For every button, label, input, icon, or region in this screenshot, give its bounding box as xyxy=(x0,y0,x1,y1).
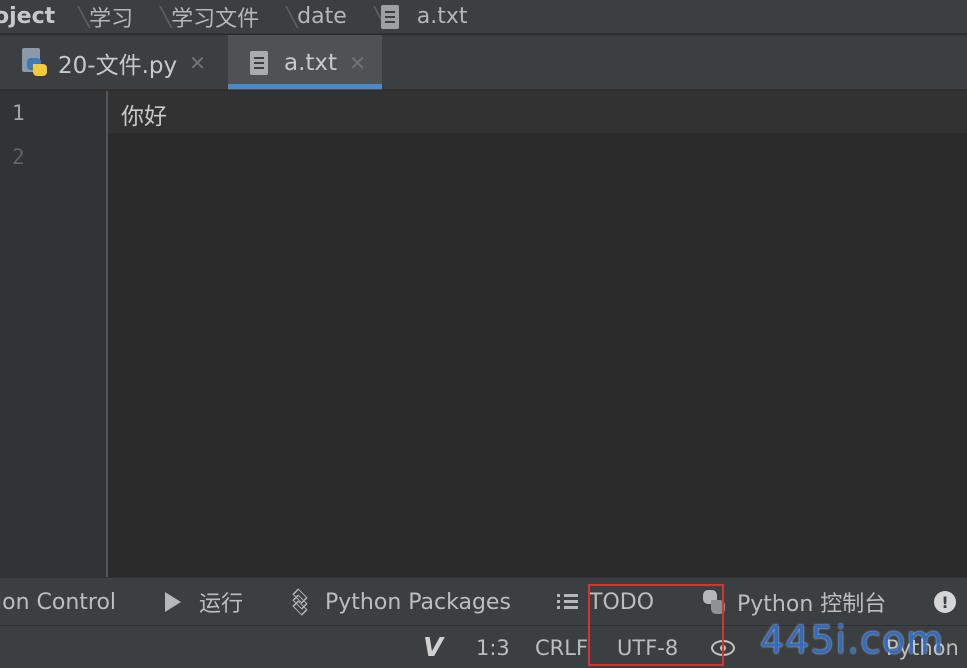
list-icon xyxy=(557,593,579,611)
line-number: 1 xyxy=(12,101,25,125)
todo-label: TODO xyxy=(589,589,655,615)
tab-label: 20-文件.py xyxy=(58,52,178,79)
play-icon xyxy=(165,592,181,612)
warning-icon: ! xyxy=(934,591,956,613)
editor-area[interactable]: 1 2 你好 xyxy=(0,91,967,577)
python-icon xyxy=(703,590,725,614)
run-button[interactable]: 运行 xyxy=(165,578,243,626)
breadcrumb-item-date[interactable]: date xyxy=(293,0,351,33)
layers-icon xyxy=(289,588,313,616)
editor-tab-bar: 20-文件.py ✕ a.txt ✕ xyxy=(0,35,967,90)
breadcrumb-file-label: a.txt xyxy=(416,4,468,29)
breadcrumb-separator xyxy=(145,0,159,33)
vcs-icon[interactable]: V xyxy=(423,626,443,668)
text-file-icon xyxy=(250,50,268,75)
breadcrumb-separator xyxy=(271,0,285,33)
breadcrumb-item-project[interactable]: oject xyxy=(0,0,55,33)
run-label: 运行 xyxy=(199,592,244,617)
watermark: 445i.com xyxy=(760,618,945,662)
gutter-divider xyxy=(106,91,108,577)
caret-position[interactable]: 1:3 xyxy=(476,626,510,668)
version-control-button[interactable]: ion Control xyxy=(0,578,116,626)
active-tab-indicator xyxy=(228,84,382,89)
todo-button[interactable]: TODO xyxy=(557,578,654,626)
breadcrumb-separator xyxy=(359,0,373,33)
breadcrumb-item-file[interactable]: a.txt xyxy=(380,0,472,33)
breadcrumb-item-xuexi[interactable]: 学习 xyxy=(85,0,137,33)
line-number: 2 xyxy=(12,145,25,169)
tab-20-wenjian-py[interactable]: 20-文件.py ✕ xyxy=(0,35,228,90)
readonly-toggle[interactable] xyxy=(711,626,735,668)
line-number-gutter: 1 2 xyxy=(0,91,106,577)
close-icon[interactable]: ✕ xyxy=(349,51,366,75)
file-encoding[interactable]: UTF-8 xyxy=(617,626,678,668)
close-icon[interactable]: ✕ xyxy=(189,51,206,75)
breadcrumb-item-xuexi-wenjian[interactable]: 学习文件 xyxy=(167,0,263,33)
python-packages-button[interactable]: Python Packages xyxy=(289,578,511,626)
eye-icon xyxy=(711,639,735,656)
version-control-label: ion Control xyxy=(0,589,117,615)
python-file-icon xyxy=(22,47,48,78)
tab-a-txt[interactable]: a.txt ✕ xyxy=(228,35,382,90)
breadcrumb: oject 学习 学习文件 date a.txt xyxy=(0,0,967,34)
python-packages-label: Python Packages xyxy=(325,589,511,615)
breadcrumb-separator xyxy=(63,0,77,33)
line-separator[interactable]: CRLF xyxy=(535,626,588,668)
python-console-label: Python 控制台 xyxy=(737,592,887,617)
tab-label: a.txt xyxy=(284,49,338,76)
code-line[interactable]: 你好 xyxy=(121,97,167,131)
current-line-highlight xyxy=(108,91,967,133)
text-file-icon xyxy=(380,4,399,29)
